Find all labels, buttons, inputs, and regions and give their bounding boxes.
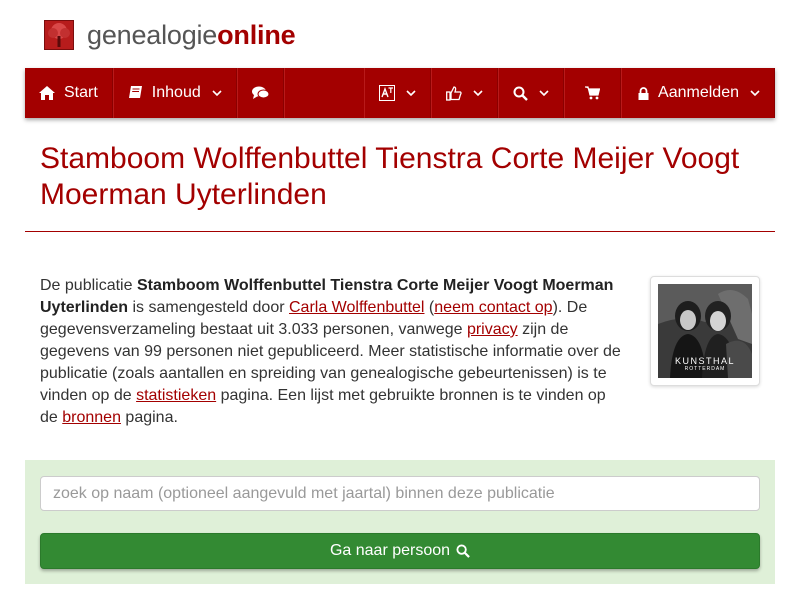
main-navbar: Start Inhoud Aanmelden — [25, 68, 775, 118]
nav-search[interactable] — [498, 68, 565, 118]
nav-language[interactable] — [364, 68, 432, 118]
author-photo-image: KUNSTHAL ROTTERDAM — [658, 284, 752, 378]
person-search-input[interactable] — [40, 476, 760, 511]
page-title: Stamboom Wolffenbuttel Tienstra Corte Me… — [40, 142, 740, 211]
brand-name: genealogieonline — [87, 19, 296, 50]
go-to-person-label: Ga naar persoon — [329, 542, 451, 559]
nav-shop[interactable] — [564, 68, 622, 118]
go-to-person-button[interactable]: Ga naar persoon — [40, 533, 760, 569]
search-icon — [456, 544, 470, 558]
author-link[interactable]: Carla Wolffenbuttel — [289, 299, 424, 316]
tree-logo-icon — [44, 20, 74, 50]
site-brand[interactable]: genealogieonline — [44, 18, 296, 52]
home-icon — [39, 86, 55, 100]
nav-inhoud-label: Inhoud — [151, 84, 201, 101]
publication-description: De publicatie Stamboom Wolffenbuttel Tie… — [40, 277, 621, 426]
translate-icon — [379, 85, 396, 101]
nav-recommend[interactable] — [431, 68, 499, 118]
comments-icon — [251, 86, 269, 100]
photo-caption: KUNSTHAL ROTTERDAM — [674, 356, 735, 372]
privacy-link[interactable]: privacy — [467, 321, 518, 338]
sources-link[interactable]: bronnen — [62, 409, 121, 426]
contact-link[interactable]: neem contact op — [434, 299, 552, 316]
person-search-panel: Ga naar persoon — [25, 460, 775, 584]
chevron-down-icon — [750, 89, 760, 97]
author-photo[interactable]: KUNSTHAL ROTTERDAM — [650, 276, 760, 386]
search-icon — [513, 86, 528, 101]
thumbs-up-icon — [446, 85, 462, 101]
nav-forum[interactable] — [236, 68, 284, 118]
statistics-link[interactable]: statistieken — [136, 387, 216, 404]
chevron-down-icon — [539, 89, 549, 97]
book-icon — [128, 86, 143, 100]
chevron-down-icon — [406, 89, 416, 97]
nav-start-label: Start — [64, 84, 98, 101]
nav-login[interactable]: Aanmelden — [621, 68, 775, 118]
title-divider — [25, 231, 775, 232]
nav-inhoud[interactable]: Inhoud — [112, 68, 237, 118]
navbar-spacer — [283, 68, 364, 118]
chevron-down-icon — [473, 89, 483, 97]
nav-start[interactable]: Start — [25, 68, 113, 118]
cart-icon — [585, 86, 601, 100]
chevron-down-icon — [212, 89, 222, 97]
lock-icon — [638, 86, 649, 100]
nav-login-label: Aanmelden — [658, 84, 739, 101]
